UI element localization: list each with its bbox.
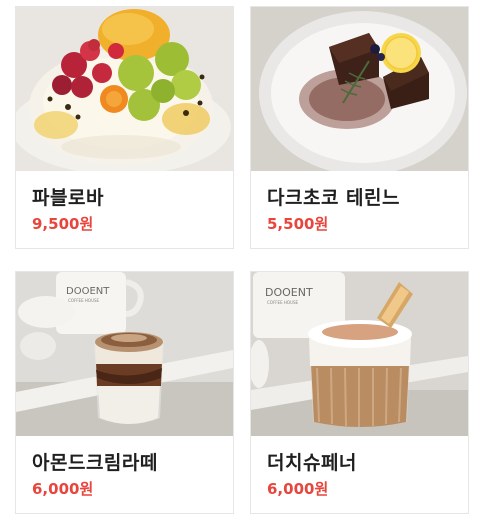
menu-item-name: 더치슈페너	[267, 452, 357, 474]
dutch-einspanner-photo-icon: DOOENT COFFEE HOUSE	[251, 272, 468, 436]
menu-card-almond-cream-latte[interactable]: DOOENT COFFEE HOUSE 아몬드크림라떼 6,000원	[15, 271, 234, 514]
cup-logo-text: DOOENT	[265, 286, 313, 299]
menu-item-price: 9,500원	[32, 215, 94, 233]
menu-item-name: 다크초코 테린느	[267, 187, 400, 209]
cup-logo-text: DOOENT	[66, 286, 110, 297]
menu-card-dutch-einspanner[interactable]: DOOENT COFFEE HOUSE 더치슈페너 6,000원	[250, 271, 469, 514]
menu-item-name: 파블로바	[32, 187, 104, 209]
chocolate-terrine-photo-icon	[251, 7, 468, 171]
menu-card-pavlova[interactable]: 파블로바 9,500원	[15, 6, 234, 249]
almond-cream-latte-photo-icon: DOOENT COFFEE HOUSE	[16, 272, 233, 436]
cup-logo-subtext: COFFEE HOUSE	[267, 300, 298, 305]
pavlova-photo-icon	[16, 7, 233, 171]
menu-item-price: 6,000원	[32, 480, 94, 498]
menu-item-price: 6,000원	[267, 480, 329, 498]
menu-item-name: 아몬드크림라떼	[32, 452, 158, 474]
menu-card-dark-choco-terrine[interactable]: 다크초코 테린느 5,500원	[250, 6, 469, 249]
menu-item-price: 5,500원	[267, 215, 329, 233]
cup-logo-subtext: COFFEE HOUSE	[68, 298, 99, 303]
